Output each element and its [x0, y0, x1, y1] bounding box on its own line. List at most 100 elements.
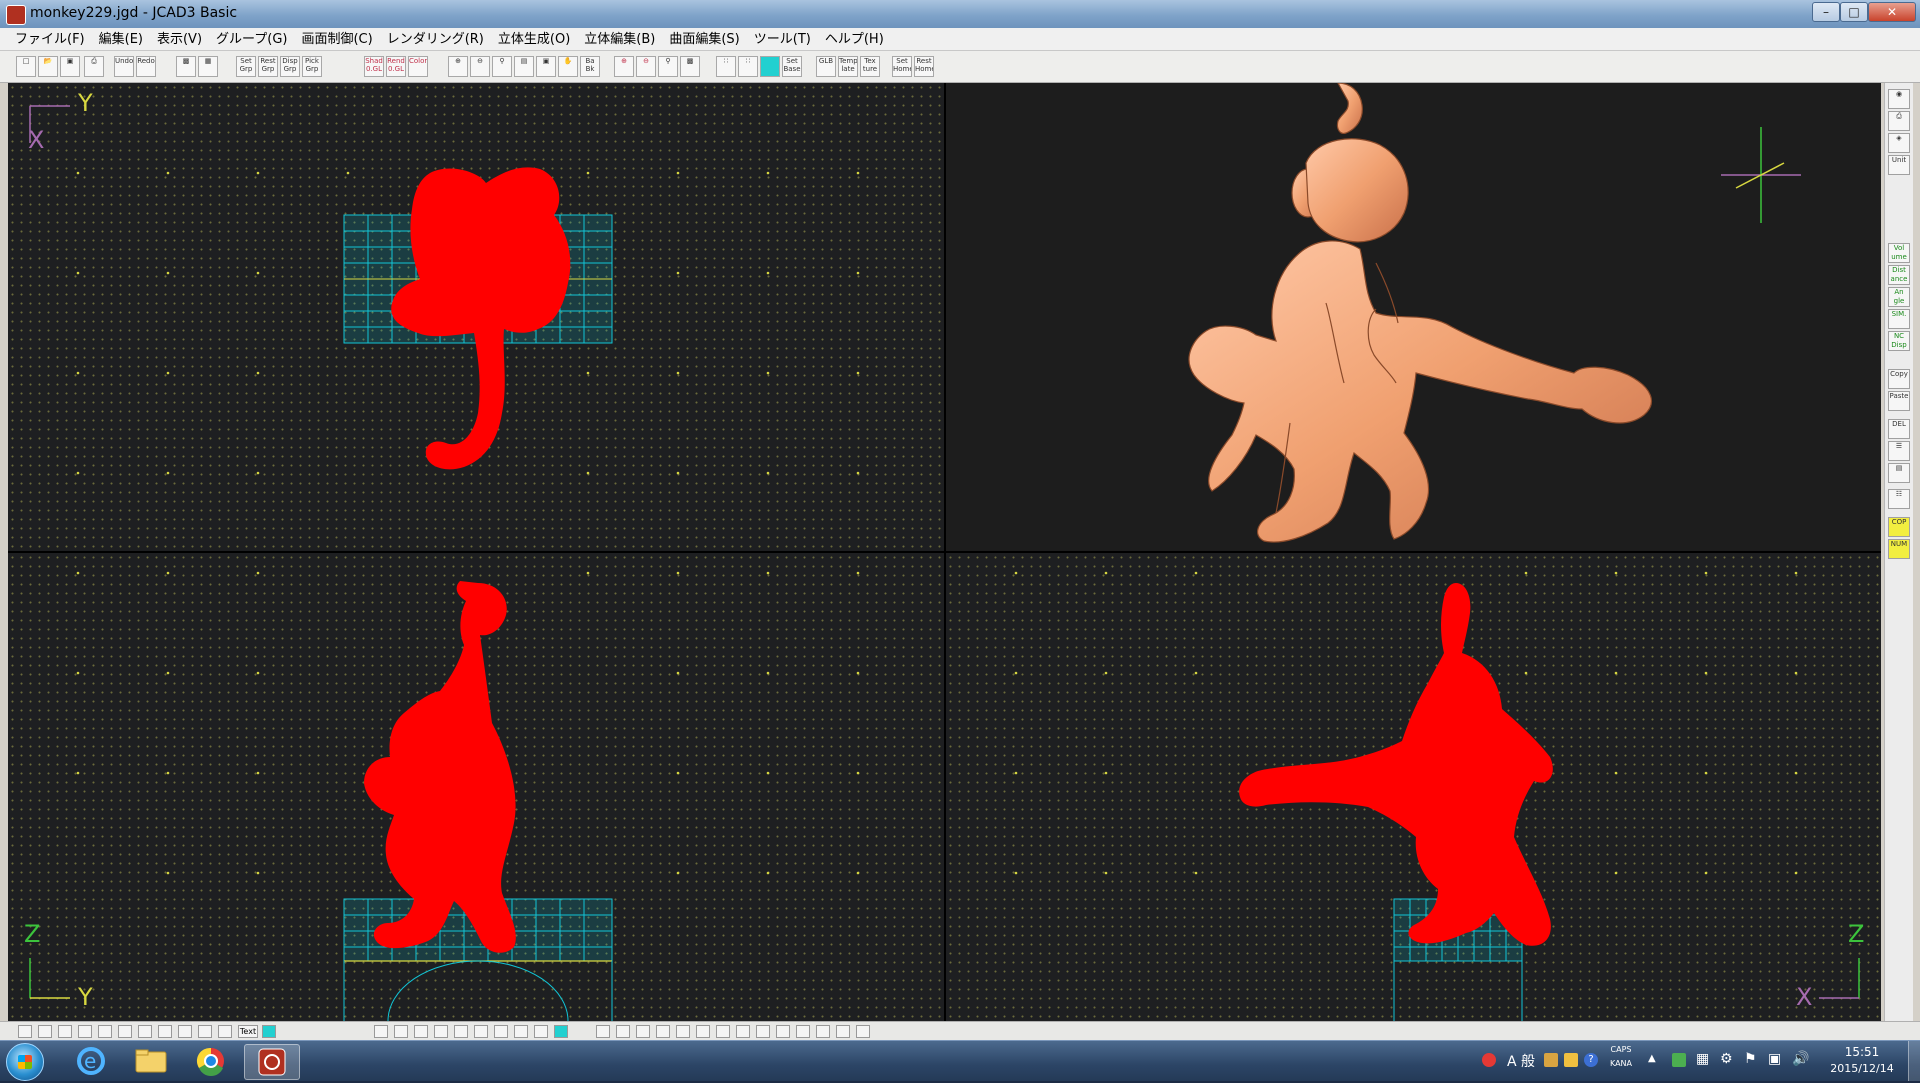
snap-button[interactable] [760, 56, 780, 77]
menu-solid-create[interactable]: 立体生成(O) [491, 29, 577, 49]
tray-app-icon[interactable] [1544, 1053, 1558, 1067]
grid-snap-icon[interactable]: ∷ [738, 56, 758, 77]
angle-button[interactable]: An gle [1888, 287, 1910, 307]
menu-solid-edit[interactable]: 立体編集(B) [577, 29, 662, 49]
volume-button[interactable]: Vol ume [1888, 243, 1910, 263]
render-button[interactable]: Rend 0.GL [386, 56, 406, 77]
curve-tool-icon[interactable] [38, 1025, 52, 1038]
zoom-all-icon[interactable]: ▣ [536, 56, 556, 77]
tray-expand-icon[interactable]: ▲ [1648, 1053, 1656, 1064]
front-viewport[interactable]: Z Y [8, 553, 944, 1021]
list-icon[interactable]: ☰ [1888, 441, 1910, 461]
zoom-in-icon[interactable]: ⊕ [448, 56, 468, 77]
top-view-canvas[interactable] [8, 83, 944, 551]
action-center-icon[interactable]: ⚑ [1744, 1051, 1757, 1067]
menu-edit[interactable]: 編集(E) [92, 29, 150, 49]
edit-tool-icon[interactable] [776, 1025, 790, 1038]
simulation-button[interactable]: SIM. [1888, 309, 1910, 329]
edit-tool-icon[interactable] [856, 1025, 870, 1038]
zoom-window-icon[interactable]: ⚲ [492, 56, 512, 77]
clock-time[interactable]: 15:51 [1822, 1045, 1902, 1059]
active-solid-tool-icon[interactable] [554, 1025, 568, 1038]
edit-tool-icon[interactable] [836, 1025, 850, 1038]
minimize-button[interactable]: – [1812, 2, 1840, 22]
save-icon[interactable]: ▣ [60, 56, 80, 77]
menu-view[interactable]: 表示(V) [150, 29, 209, 49]
solid-tool-icon[interactable] [414, 1025, 428, 1038]
solid-tool-icon[interactable] [454, 1025, 468, 1038]
color-button[interactable]: Color [408, 56, 428, 77]
camera-icon[interactable]: ◉ [1888, 89, 1910, 109]
cop-button[interactable]: COP [1888, 517, 1910, 537]
edit-tool-icon[interactable] [736, 1025, 750, 1038]
solid-tool-icon[interactable] [474, 1025, 488, 1038]
zoom-red-in-icon[interactable]: ⊕ [614, 56, 634, 77]
curve-tool-icon[interactable] [18, 1025, 32, 1038]
curve-tool-icon[interactable] [98, 1025, 112, 1038]
internet-explorer-icon[interactable]: e [64, 1044, 118, 1078]
curve-tool-icon[interactable] [58, 1025, 72, 1038]
distance-button[interactable]: Dist ance [1888, 265, 1910, 285]
edit-tool-icon[interactable] [616, 1025, 630, 1038]
num-button[interactable]: NUM [1888, 539, 1910, 559]
reset-group-button[interactable]: Rest Grp [258, 56, 278, 77]
ime-indicator[interactable]: A 般 [1504, 1051, 1538, 1071]
display-icon[interactable]: ▣ [1768, 1051, 1781, 1067]
menu-surface-edit[interactable]: 曲面編集(S) [662, 29, 746, 49]
edit-tool-icon[interactable] [636, 1025, 650, 1038]
template-button[interactable]: Temp late [838, 56, 858, 77]
jcad3-icon[interactable] [244, 1044, 300, 1080]
menu-rendering[interactable]: レンダリング(R) [380, 29, 491, 49]
tray-network-icon[interactable] [1672, 1053, 1686, 1067]
edit-tool-icon[interactable] [596, 1025, 610, 1038]
undo-button[interactable]: Undo [114, 56, 134, 77]
reset-home-button[interactable]: Rest Home [914, 56, 934, 77]
menu-help[interactable]: ヘルプ(H) [818, 29, 891, 49]
unit-button[interactable]: Unit [1888, 155, 1910, 175]
edit-tool-icon[interactable] [696, 1025, 710, 1038]
update-icon[interactable]: ⚙ [1720, 1051, 1733, 1067]
curve-tool-icon[interactable] [138, 1025, 152, 1038]
edit-tool-icon[interactable] [676, 1025, 690, 1038]
side-viewport[interactable]: Z X [946, 553, 1881, 1021]
clock-date[interactable]: 2015/12/14 [1822, 1062, 1902, 1075]
back-view-button[interactable]: Ba Bk [580, 56, 600, 77]
front-view-canvas[interactable] [8, 553, 944, 1021]
zoom-extent-icon[interactable]: ▩ [680, 56, 700, 77]
windows-icon[interactable]: ▦ [1696, 1051, 1709, 1067]
tree-icon[interactable]: ☷ [1888, 489, 1910, 509]
global-button[interactable]: GLB [816, 56, 836, 77]
pan-hand-icon[interactable]: ✋ [558, 56, 578, 77]
compass-icon[interactable]: ◈ [1888, 133, 1910, 153]
menu-group[interactable]: グループ(G) [209, 29, 294, 49]
print-icon[interactable]: ⎙ [84, 56, 104, 77]
display-group-button[interactable]: Disp Grp [280, 56, 300, 77]
show-desktop-button[interactable] [1908, 1041, 1920, 1081]
side-view-canvas[interactable] [946, 553, 1881, 1021]
flag-icon[interactable] [1482, 1053, 1496, 1067]
new-file-icon[interactable]: □ [16, 56, 36, 77]
paste-button[interactable]: Paste [1888, 391, 1910, 411]
perspective-viewport[interactable] [946, 83, 1881, 551]
solid-tool-icon[interactable] [534, 1025, 548, 1038]
edit-tool-icon[interactable] [756, 1025, 770, 1038]
open-folder-icon[interactable]: 📂 [38, 56, 58, 77]
perspective-canvas[interactable] [946, 83, 1881, 551]
zoom-out-icon[interactable]: ⊖ [470, 56, 490, 77]
solid-tool-icon[interactable] [434, 1025, 448, 1038]
redo-button[interactable]: Redo [136, 56, 156, 77]
solid-tool-icon[interactable] [394, 1025, 408, 1038]
layers-icon[interactable]: ▤ [1888, 463, 1910, 483]
solid-tool-icon[interactable] [494, 1025, 508, 1038]
volume-icon[interactable]: 🔊 [1792, 1051, 1809, 1067]
zoom-select-icon[interactable]: ⚲ [658, 56, 678, 77]
shade-button[interactable]: Shad 0.GL [364, 56, 384, 77]
nc-display-button[interactable]: NC Disp [1888, 331, 1910, 351]
edit-tool-icon[interactable] [816, 1025, 830, 1038]
menu-tools[interactable]: ツール(T) [747, 29, 818, 49]
chrome-icon[interactable] [184, 1044, 238, 1078]
edit-tool-icon[interactable] [796, 1025, 810, 1038]
set-home-button[interactable]: Set Home [892, 56, 912, 77]
pick-group-button[interactable]: Pick Grp [302, 56, 322, 77]
maximize-button[interactable]: □ [1840, 2, 1868, 22]
